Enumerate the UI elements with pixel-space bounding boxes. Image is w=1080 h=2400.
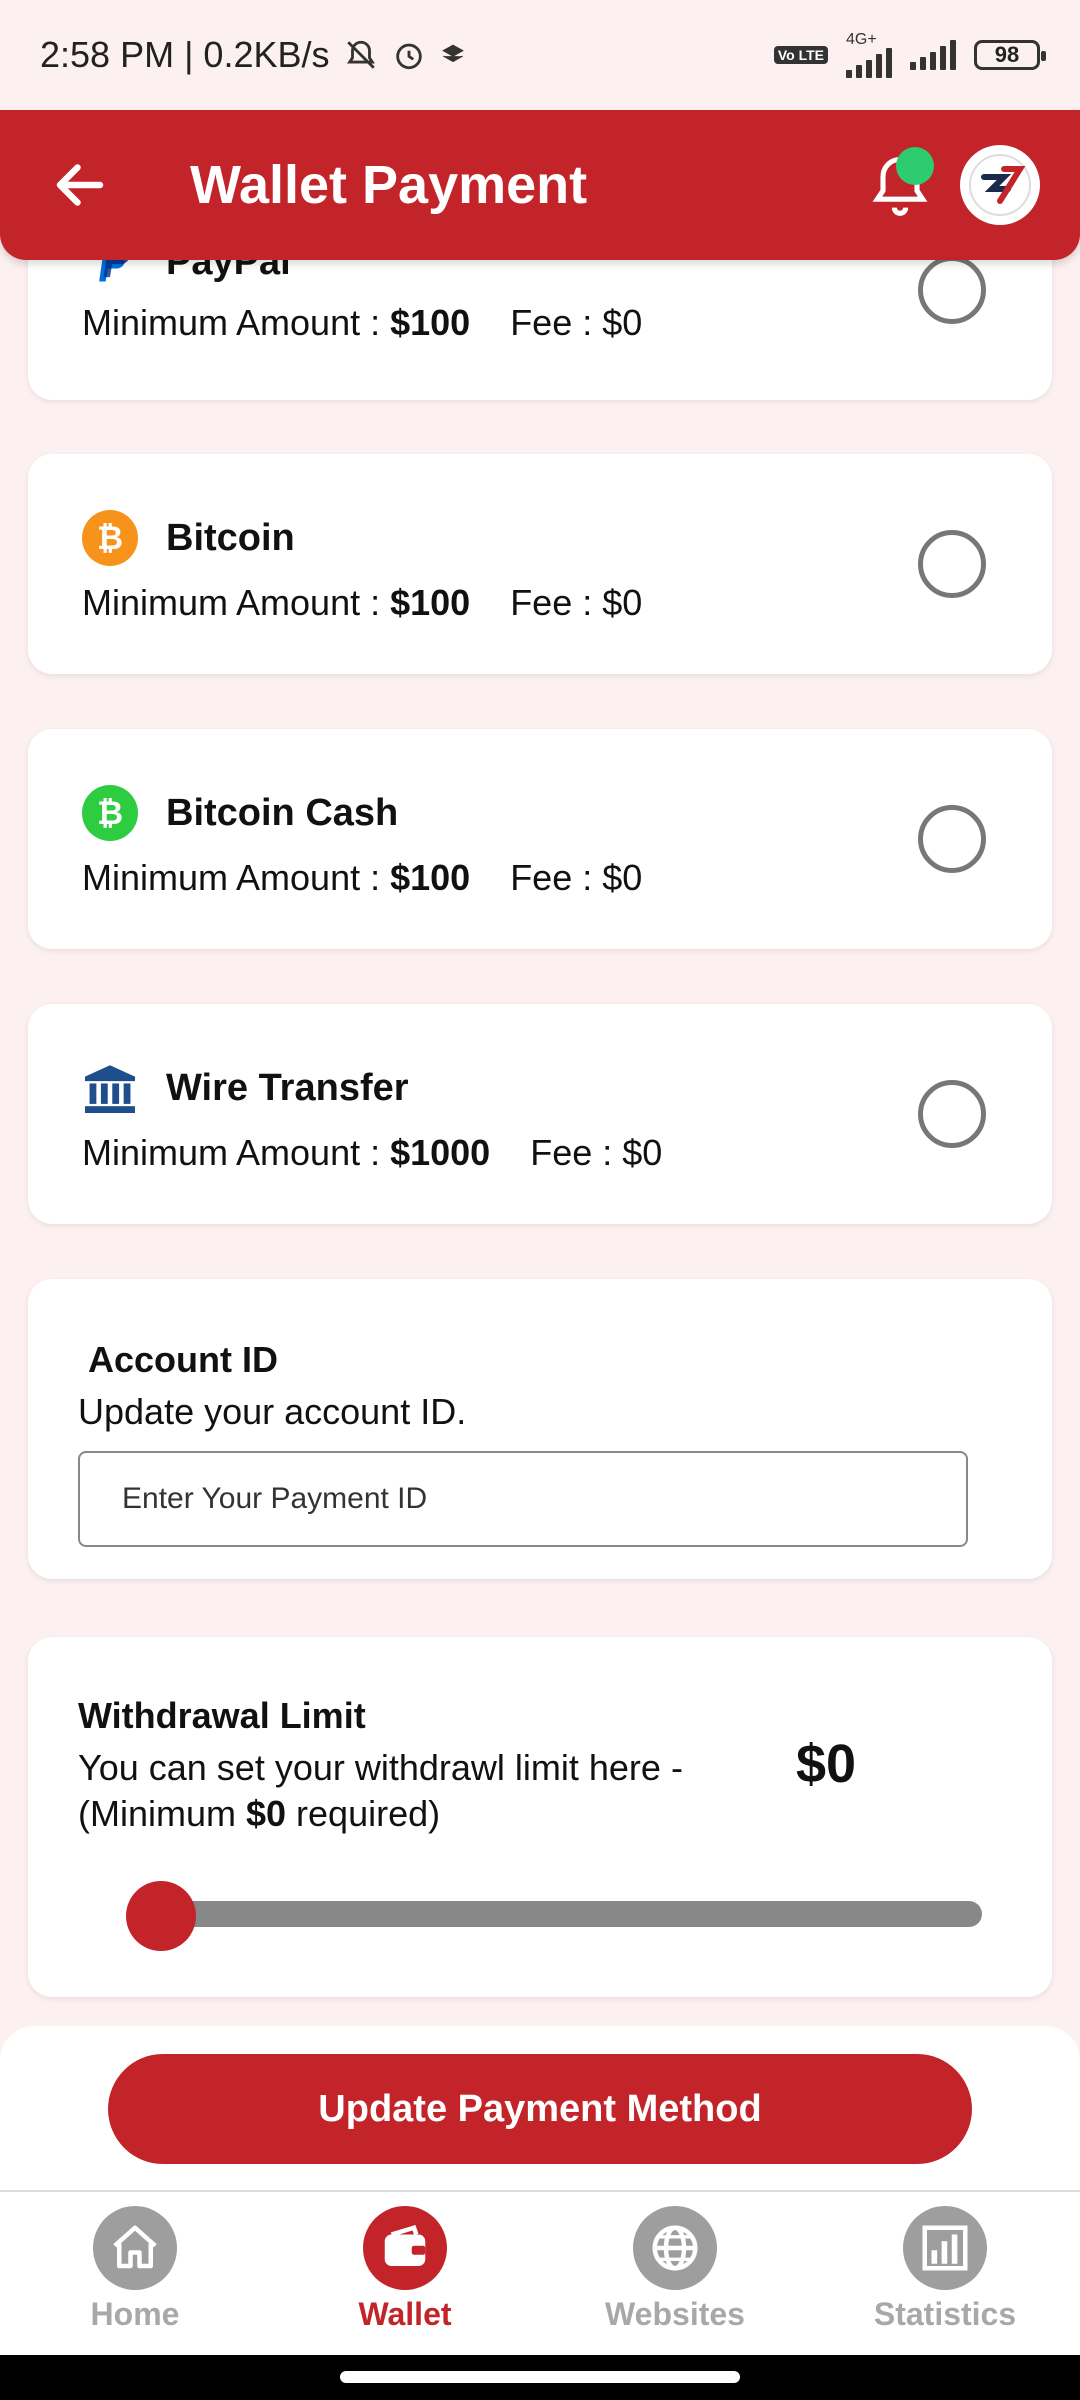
nav-circle (633, 2206, 717, 2290)
min-amount-label: Minimum Amount : (82, 302, 391, 343)
battery-icon: 98 (974, 40, 1046, 70)
profile-logo[interactable] (960, 145, 1040, 225)
mute-bell-icon (346, 40, 375, 69)
min-amount-value: $100 (390, 857, 471, 898)
min-amount-label: Minimum Amount : (82, 582, 391, 623)
nav-item-home[interactable]: Home (35, 2192, 235, 2333)
nav-item-wallet[interactable]: Wallet (305, 2192, 505, 2333)
payment-method-meta: Minimum Amount : $1000 Fee : $0 (82, 1132, 662, 1174)
radio-bitcoin[interactable] (918, 530, 986, 598)
globe-icon (652, 2225, 698, 2271)
withdrawal-desc-line2: (Minimum $0 required) (78, 1791, 778, 1837)
min-amount-label: Minimum Amount : (82, 1132, 391, 1173)
payment-method-name: Bitcoin Cash (166, 791, 399, 834)
payment-method-card-wire-transfer[interactable]: Wire Transfer Minimum Amount : $1000 Fee… (28, 1004, 1052, 1224)
min-amount-value: $100 (390, 582, 471, 623)
wallet-icon (384, 2224, 426, 2266)
layers-icon (441, 44, 464, 63)
min-amount-label: Minimum Amount : (82, 857, 391, 898)
radio-bitcoin-cash[interactable] (918, 805, 986, 873)
payment-method-meta: Minimum Amount : $100 Fee : $0 (82, 582, 642, 624)
update-payment-method-button[interactable]: Update Payment Method (108, 2054, 972, 2164)
withdrawal-limit-card: Withdrawal Limit You can set your withdr… (28, 1637, 1052, 1997)
account-id-card: Account ID Update your account ID. (28, 1279, 1052, 1579)
back-button[interactable] (40, 145, 120, 225)
bitcoin-icon: ₿ (82, 510, 138, 566)
network-type: 4G+ (846, 31, 877, 48)
withdrawal-desc-suffix: required) (286, 1793, 441, 1834)
fee-text: Fee : $0 (510, 857, 643, 898)
withdrawal-limit-title: Withdrawal Limit (78, 1695, 366, 1736)
fee-text: Fee : $0 (510, 582, 643, 623)
payment-method-meta: Minimum Amount : $100 Fee : $0 (82, 857, 642, 899)
fee-text: Fee : $0 (510, 302, 643, 343)
withdrawal-limit-description: You can set your withdrawl limit here - … (78, 1745, 778, 1837)
nav-circle (93, 2206, 177, 2290)
bar-chart-icon (922, 2225, 968, 2271)
withdrawal-slider-track[interactable] (158, 1901, 982, 1927)
notifications-button[interactable] (860, 145, 940, 225)
home-gesture-handle[interactable] (340, 2371, 740, 2383)
nav-label: Statistics (873, 2296, 1017, 2332)
page-title: Wallet Payment (190, 155, 588, 215)
fee-text: Fee : $0 (530, 1132, 663, 1173)
nav-label: Websites (605, 2296, 745, 2332)
withdrawal-slider-thumb[interactable] (126, 1881, 196, 1951)
withdrawal-min-value: $0 (246, 1793, 287, 1834)
radio-paypal[interactable] (918, 256, 986, 324)
battery-level: 98 (994, 42, 1020, 67)
nav-circle (363, 2206, 447, 2290)
bank-icon (82, 1060, 138, 1116)
alarm-icon (395, 43, 422, 70)
signal-icon (846, 48, 892, 78)
bitcoin-cash-icon: ₿ (82, 785, 138, 841)
account-id-subtitle: Update your account ID. (78, 1391, 467, 1432)
min-amount-value: $1000 (390, 1132, 491, 1173)
system-gesture-bar (0, 2355, 1080, 2400)
nav-item-statistics[interactable]: Statistics (845, 2192, 1045, 2333)
withdrawal-desc-line1: You can set your withdrawl limit here - (78, 1747, 683, 1788)
volte-badge: Vo LTE (773, 46, 828, 64)
nav-circle (903, 2206, 987, 2290)
payment-method-card-bitcoin-cash[interactable]: ₿ Bitcoin Cash Minimum Amount : $100 Fee… (28, 729, 1052, 949)
withdrawal-desc-prefix: (Minimum (78, 1793, 246, 1834)
status-bar: 2:58 PM | 0.2KB/s Vo LTE 4G+ 98 (0, 0, 1080, 110)
brand-logo-icon (969, 154, 1031, 216)
nav-label: Wallet (358, 2296, 452, 2332)
app-bar: Wallet Payment (0, 110, 1080, 260)
radio-wire-transfer[interactable] (918, 1080, 986, 1148)
account-id-title: Account ID (88, 1339, 279, 1380)
arrow-left-icon (56, 164, 104, 206)
withdrawal-amount: $0 (796, 1734, 857, 1794)
notification-dot (896, 147, 934, 185)
nav-label: Home (90, 2296, 180, 2332)
min-amount-value: $100 (390, 302, 471, 343)
payment-method-name: Wire Transfer (166, 1066, 409, 1109)
payment-method-card-bitcoin[interactable]: ₿ Bitcoin Minimum Amount : $100 Fee : $0 (28, 454, 1052, 674)
payment-id-input[interactable] (78, 1451, 968, 1547)
payment-method-name: Bitcoin (166, 516, 295, 559)
payment-method-meta: Minimum Amount : $100 Fee : $0 (82, 302, 642, 344)
nav-item-websites[interactable]: Websites (575, 2192, 775, 2333)
bottom-navigation: Home Wallet Websites Statistics (0, 2190, 1080, 2355)
status-time-speed: 2:58 PM | 0.2KB/s (40, 34, 330, 75)
home-icon (113, 2225, 157, 2269)
signal-icon-2 (910, 40, 956, 70)
